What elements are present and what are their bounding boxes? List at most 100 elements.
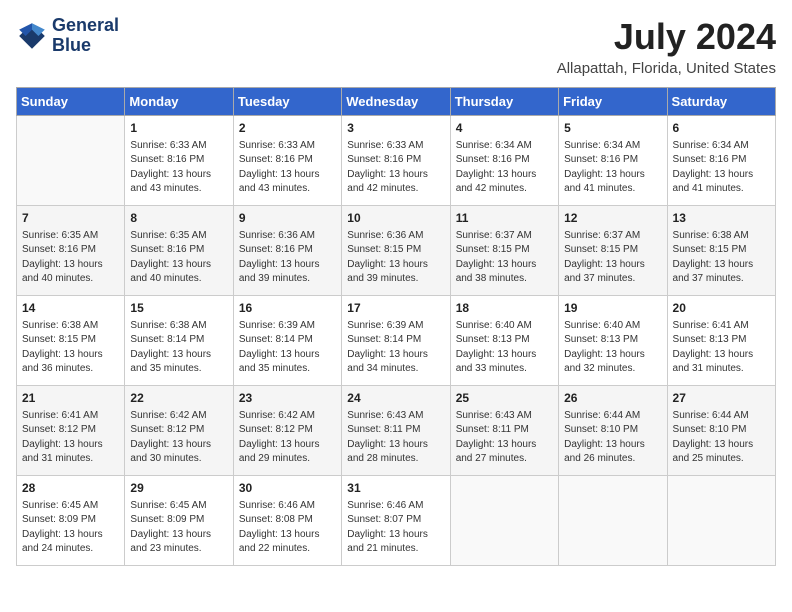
day-number: 17 bbox=[347, 300, 444, 317]
days-of-week-row: SundayMondayTuesdayWednesdayThursdayFrid… bbox=[17, 88, 776, 116]
calendar-cell-2-4: 18 Sunrise: 6:40 AMSunset: 8:13 PMDayligh… bbox=[450, 296, 558, 386]
day-number: 6 bbox=[673, 120, 770, 137]
day-header-sunday: Sunday bbox=[17, 88, 125, 116]
calendar-table: SundayMondayTuesdayWednesdayThursdayFrid… bbox=[16, 87, 776, 566]
calendar-cell-2-6: 20Sunrise: 6:41 AMSunset: 8:13 PMDayligh… bbox=[667, 296, 775, 386]
day-info: Sunrise: 6:41 AMSunset: 8:12 PMDaylight:… bbox=[22, 409, 119, 467]
day-info: Sunrise: 6:42 AMSunset: 8:12 PMDaylight:… bbox=[130, 409, 227, 467]
logo-text: General Blue bbox=[52, 16, 119, 56]
calendar-header: SundayMondayTuesdayWednesdayThursdayFrid… bbox=[17, 88, 776, 116]
day-number: 3 bbox=[347, 120, 444, 137]
day-info: Sunrise: 6:34 AMSunset: 8:16 PMDaylight:… bbox=[564, 139, 661, 197]
calendar-cell-2-0: 14 Sunrise: 6:38 AMSunset: 8:15 PMDayligh… bbox=[17, 296, 125, 386]
calendar-cell-0-5: 5Sunrise: 6:34 AMSunset: 8:16 PMDaylight… bbox=[559, 116, 667, 206]
calendar-cell-0-4: 4 Sunrise: 6:34 AMSunset: 8:16 PMDaylight… bbox=[450, 116, 558, 206]
calendar-cell-4-3: 31 Sunrise: 6:46 AMSunset: 8:07 PMDayligh… bbox=[342, 476, 450, 566]
day-header-friday: Friday bbox=[559, 88, 667, 116]
day-number: 26 bbox=[564, 390, 661, 407]
week-row-1: 1 Sunrise: 6:33 AMSunset: 8:16 PMDaylight… bbox=[17, 116, 776, 206]
day-info: Sunrise: 6:37 AMSunset: 8:15 PMDaylight:… bbox=[564, 229, 661, 287]
calendar-cell-4-6 bbox=[667, 476, 775, 566]
day-info: Sunrise: 6:36 AMSunset: 8:16 PMDaylight:… bbox=[239, 229, 336, 287]
week-row-4: 21 Sunrise: 6:41 AMSunset: 8:12 PMDayligh… bbox=[17, 386, 776, 476]
day-number: 13 bbox=[673, 210, 770, 227]
title-area: July 2024 Allapattah, Florida, United St… bbox=[557, 16, 776, 77]
week-row-3: 14 Sunrise: 6:38 AMSunset: 8:15 PMDayligh… bbox=[17, 296, 776, 386]
day-number: 25 bbox=[456, 390, 553, 407]
main-title: July 2024 bbox=[557, 16, 776, 58]
calendar-cell-3-2: 23 Sunrise: 6:42 AMSunset: 8:12 PMDayligh… bbox=[233, 386, 341, 476]
day-number: 1 bbox=[130, 120, 227, 137]
calendar-body: 1 Sunrise: 6:33 AMSunset: 8:16 PMDaylight… bbox=[17, 116, 776, 566]
calendar-cell-1-3: 10 Sunrise: 6:36 AMSunset: 8:15 PMDayligh… bbox=[342, 206, 450, 296]
day-info: Sunrise: 6:45 AMSunset: 8:09 PMDaylight:… bbox=[130, 499, 227, 557]
calendar-cell-1-0: 7Sunrise: 6:35 AMSunset: 8:16 PMDaylight… bbox=[17, 206, 125, 296]
calendar-cell-1-1: 8 Sunrise: 6:35 AMSunset: 8:16 PMDaylight… bbox=[125, 206, 233, 296]
calendar-cell-3-4: 25 Sunrise: 6:43 AMSunset: 8:11 PMDayligh… bbox=[450, 386, 558, 476]
header: General Blue July 2024 Allapattah, Flori… bbox=[16, 16, 776, 77]
day-info: Sunrise: 6:44 AMSunset: 8:10 PMDaylight:… bbox=[673, 409, 770, 467]
week-row-5: 28 Sunrise: 6:45 AMSunset: 8:09 PMDayligh… bbox=[17, 476, 776, 566]
day-info: Sunrise: 6:45 AMSunset: 8:09 PMDaylight:… bbox=[22, 499, 119, 557]
day-number: 11 bbox=[456, 210, 553, 227]
day-info: Sunrise: 6:42 AMSunset: 8:12 PMDaylight:… bbox=[239, 409, 336, 467]
calendar-cell-0-2: 2Sunrise: 6:33 AMSunset: 8:16 PMDaylight… bbox=[233, 116, 341, 206]
calendar-cell-2-1: 15Sunrise: 6:38 AMSunset: 8:14 PMDayligh… bbox=[125, 296, 233, 386]
day-number: 22 bbox=[130, 390, 227, 407]
day-info: Sunrise: 6:35 AMSunset: 8:16 PMDaylight:… bbox=[130, 229, 227, 287]
subtitle: Allapattah, Florida, United States bbox=[557, 60, 776, 77]
day-info: Sunrise: 6:34 AMSunset: 8:16 PMDaylight:… bbox=[673, 139, 770, 197]
calendar-cell-3-5: 26Sunrise: 6:44 AMSunset: 8:10 PMDayligh… bbox=[559, 386, 667, 476]
calendar-cell-4-0: 28 Sunrise: 6:45 AMSunset: 8:09 PMDayligh… bbox=[17, 476, 125, 566]
day-info: Sunrise: 6:40 AMSunset: 8:13 PMDaylight:… bbox=[456, 319, 553, 377]
day-number: 10 bbox=[347, 210, 444, 227]
calendar-cell-0-6: 6 Sunrise: 6:34 AMSunset: 8:16 PMDaylight… bbox=[667, 116, 775, 206]
day-info: Sunrise: 6:36 AMSunset: 8:15 PMDaylight:… bbox=[347, 229, 444, 287]
day-number: 28 bbox=[22, 480, 119, 497]
day-number: 9 bbox=[239, 210, 336, 227]
day-number: 19 bbox=[564, 300, 661, 317]
day-info: Sunrise: 6:43 AMSunset: 8:11 PMDaylight:… bbox=[456, 409, 553, 467]
calendar-cell-2-5: 19 Sunrise: 6:40 AMSunset: 8:13 PMDayligh… bbox=[559, 296, 667, 386]
day-number: 12 bbox=[564, 210, 661, 227]
logo: General Blue bbox=[16, 16, 119, 56]
day-number: 23 bbox=[239, 390, 336, 407]
calendar-cell-2-2: 16 Sunrise: 6:39 AMSunset: 8:14 PMDayligh… bbox=[233, 296, 341, 386]
calendar-cell-1-5: 12 Sunrise: 6:37 AMSunset: 8:15 PMDayligh… bbox=[559, 206, 667, 296]
day-info: Sunrise: 6:34 AMSunset: 8:16 PMDaylight:… bbox=[456, 139, 553, 197]
day-info: Sunrise: 6:41 AMSunset: 8:13 PMDaylight:… bbox=[673, 319, 770, 377]
day-header-wednesday: Wednesday bbox=[342, 88, 450, 116]
day-info: Sunrise: 6:33 AMSunset: 8:16 PMDaylight:… bbox=[130, 139, 227, 197]
day-number: 24 bbox=[347, 390, 444, 407]
calendar-cell-4-5 bbox=[559, 476, 667, 566]
logo-line1: General bbox=[52, 16, 119, 36]
day-info: Sunrise: 6:43 AMSunset: 8:11 PMDaylight:… bbox=[347, 409, 444, 467]
day-number: 14 bbox=[22, 300, 119, 317]
day-number: 4 bbox=[456, 120, 553, 137]
day-info: Sunrise: 6:33 AMSunset: 8:16 PMDaylight:… bbox=[347, 139, 444, 197]
day-info: Sunrise: 6:40 AMSunset: 8:13 PMDaylight:… bbox=[564, 319, 661, 377]
day-info: Sunrise: 6:37 AMSunset: 8:15 PMDaylight:… bbox=[456, 229, 553, 287]
calendar-cell-4-1: 29Sunrise: 6:45 AMSunset: 8:09 PMDayligh… bbox=[125, 476, 233, 566]
day-number: 16 bbox=[239, 300, 336, 317]
day-info: Sunrise: 6:33 AMSunset: 8:16 PMDaylight:… bbox=[239, 139, 336, 197]
day-header-monday: Monday bbox=[125, 88, 233, 116]
week-row-2: 7 Sunrise: 6:35 AMSunset: 8:16 PMDaylight… bbox=[17, 206, 776, 296]
day-number: 31 bbox=[347, 480, 444, 497]
day-number: 21 bbox=[22, 390, 119, 407]
day-info: Sunrise: 6:39 AMSunset: 8:14 PMDaylight:… bbox=[239, 319, 336, 377]
calendar-cell-1-4: 11 Sunrise: 6:37 AMSunset: 8:15 PMDayligh… bbox=[450, 206, 558, 296]
day-info: Sunrise: 6:38 AMSunset: 8:15 PMDaylight:… bbox=[22, 319, 119, 377]
logo-line2: Blue bbox=[52, 36, 119, 56]
day-number: 18 bbox=[456, 300, 553, 317]
calendar-cell-0-1: 1 Sunrise: 6:33 AMSunset: 8:16 PMDaylight… bbox=[125, 116, 233, 206]
day-number: 7 bbox=[22, 210, 119, 227]
calendar-cell-1-6: 13 Sunrise: 6:38 AMSunset: 8:15 PMDayligh… bbox=[667, 206, 775, 296]
logo-icon bbox=[16, 20, 48, 52]
day-info: Sunrise: 6:38 AMSunset: 8:15 PMDaylight:… bbox=[673, 229, 770, 287]
day-info: Sunrise: 6:46 AMSunset: 8:07 PMDaylight:… bbox=[347, 499, 444, 557]
calendar-cell-3-6: 27 Sunrise: 6:44 AMSunset: 8:10 PMDayligh… bbox=[667, 386, 775, 476]
day-number: 8 bbox=[130, 210, 227, 227]
calendar-cell-0-0 bbox=[17, 116, 125, 206]
day-number: 27 bbox=[673, 390, 770, 407]
